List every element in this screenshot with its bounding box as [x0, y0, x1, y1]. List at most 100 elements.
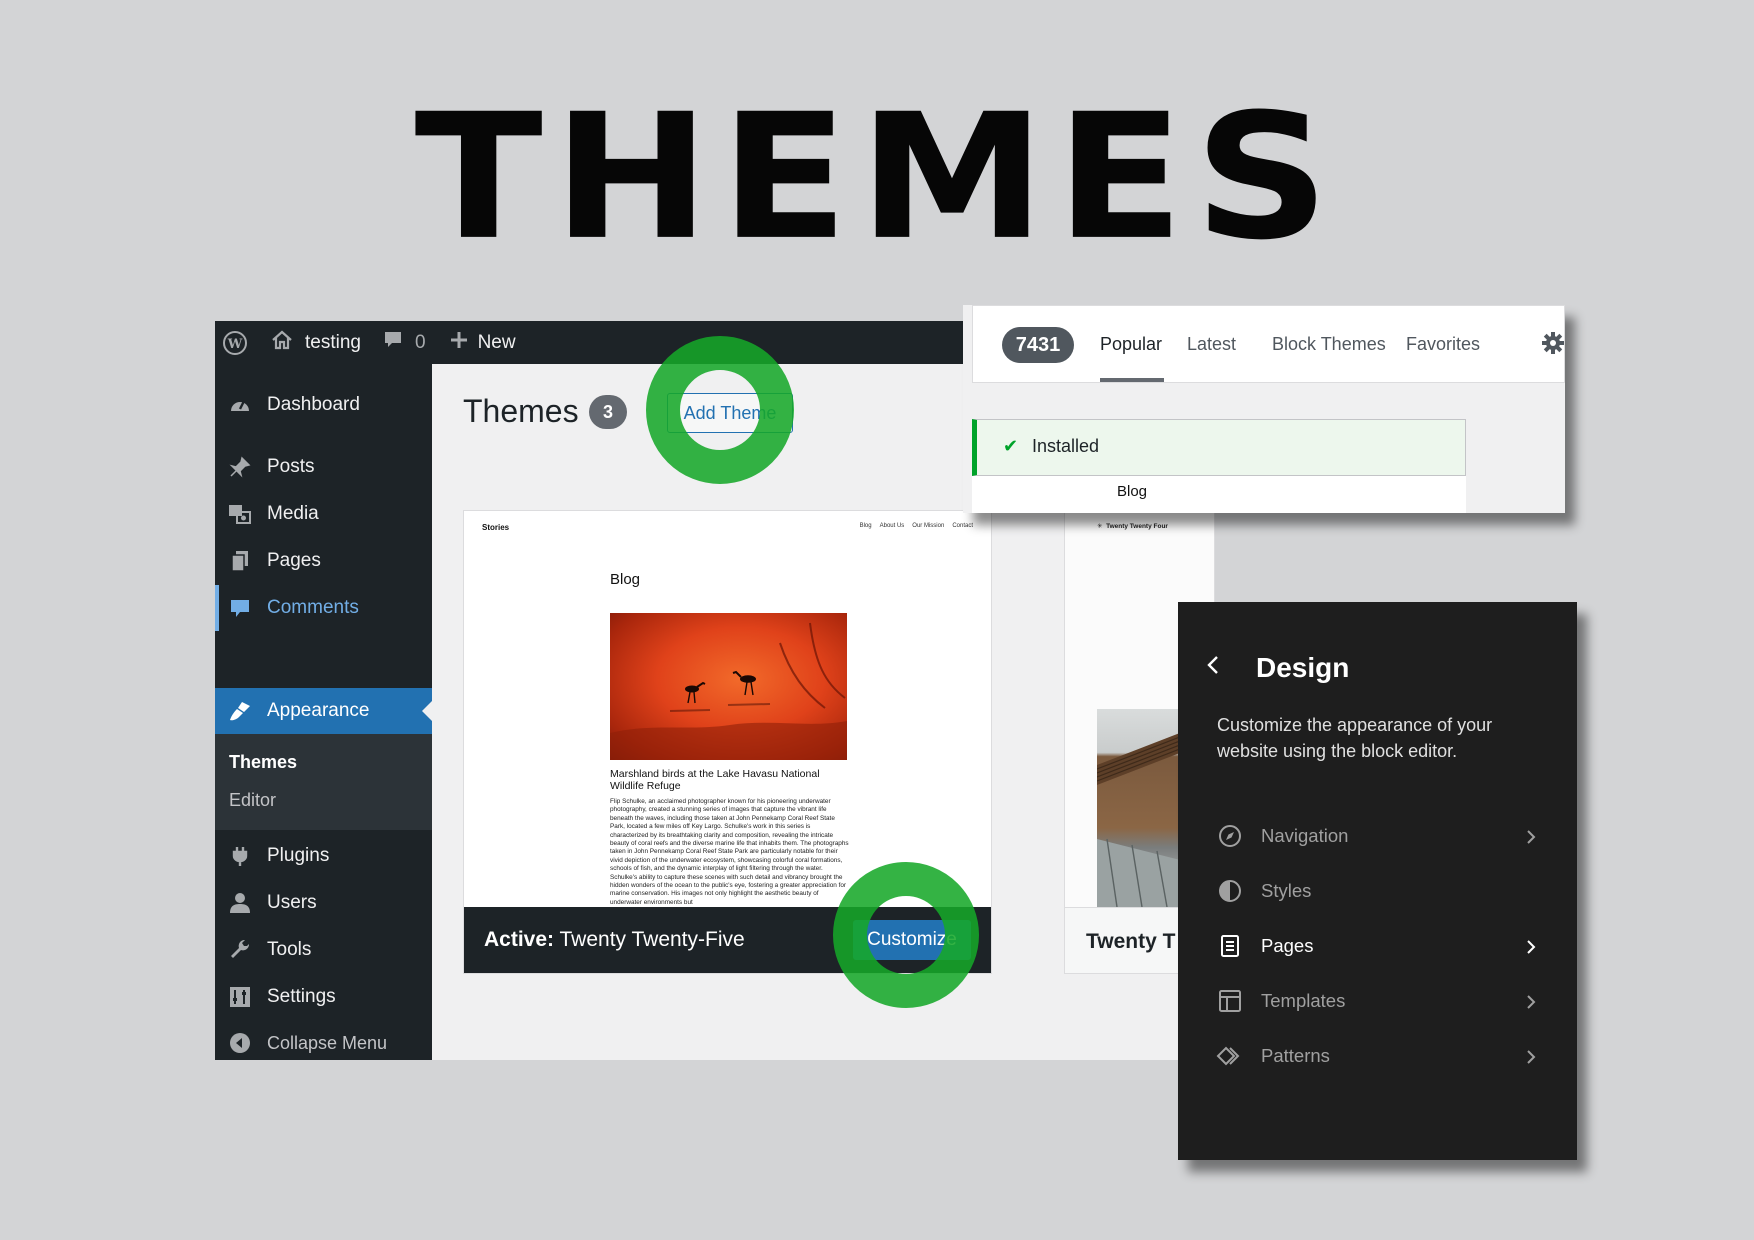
current-tab-indicator: [1100, 378, 1164, 382]
design-item-navigation[interactable]: Navigation: [1216, 816, 1546, 856]
sidebar-item-comments[interactable]: Comments: [215, 585, 432, 631]
sidebar-item-media[interactable]: Media: [215, 491, 432, 537]
wrench-icon: [225, 939, 255, 961]
admin-bar-site[interactable]: testing: [271, 321, 361, 364]
site-name: testing: [305, 331, 361, 353]
design-item-label: Styles: [1261, 880, 1312, 901]
settings-icon: [225, 986, 255, 1008]
theme-name: Twenty T: [1086, 929, 1176, 953]
dashboard-icon: [225, 395, 255, 415]
design-item-label: Patterns: [1261, 1045, 1330, 1066]
layout-icon: [1216, 989, 1244, 1013]
asterisk-icon: ✳: [1097, 523, 1103, 530]
plus-icon: [450, 331, 468, 355]
sidebar-item-label: Appearance: [267, 700, 370, 721]
checkmark-icon: ✔: [1003, 436, 1019, 456]
sidebar-item-posts[interactable]: Posts: [215, 444, 432, 490]
preview-nav-item: Contact: [952, 523, 973, 529]
admin-sidebar: Dashboard Posts Media Pages Comments App…: [215, 364, 432, 1060]
sidebar-item-label: Comments: [267, 597, 359, 618]
active-theme-name: Twenty Twenty-Five: [559, 928, 745, 951]
theme-filter-panel: 7431 Popular Latest Block Themes Favorit…: [963, 305, 1565, 513]
design-panel-title: Design: [1256, 652, 1350, 683]
sidebar-item-label: Tools: [267, 939, 312, 960]
back-chevron-icon[interactable]: [1206, 654, 1220, 681]
sidebar-item-label: Posts: [267, 456, 315, 477]
tab-popular[interactable]: Popular: [1100, 334, 1162, 355]
preview-birds-photo: [610, 613, 847, 760]
sidebar-item-label: Pages: [267, 550, 321, 571]
comment-icon: [225, 598, 255, 618]
design-item-templates[interactable]: Templates: [1216, 981, 1546, 1021]
wordpress-logo-icon[interactable]: W: [215, 321, 255, 364]
home-icon: [271, 330, 293, 356]
new-label: New: [477, 331, 516, 353]
preview-nav-item: Blog: [859, 523, 872, 529]
design-item-patterns[interactable]: Patterns: [1216, 1036, 1546, 1076]
sidebar-item-label: Dashboard: [267, 394, 360, 415]
media-icon: [225, 503, 255, 525]
page-icon: [1216, 934, 1244, 958]
sidebar-item-users[interactable]: Users: [215, 880, 432, 926]
chevron-right-icon: [1526, 828, 1536, 850]
design-panel-description: Customize the appearance of your website…: [1217, 715, 1493, 761]
sidebar-item-label: Users: [267, 892, 317, 913]
preview-strip-text: Blog: [1117, 483, 1148, 500]
submenu-item-editor[interactable]: Editor: [229, 790, 276, 811]
theme-preview-strip: Blog: [972, 476, 1466, 513]
gear-icon[interactable]: [1542, 332, 1564, 359]
sidebar-item-label: Media: [267, 503, 319, 524]
sidebar-item-dashboard[interactable]: Dashboard: [215, 382, 432, 428]
tab-latest[interactable]: Latest: [1187, 334, 1236, 355]
sidebar-item-tools[interactable]: Tools: [215, 927, 432, 973]
preview-nav-item: Our Mission: [912, 523, 945, 529]
highlight-ring-add-theme: [646, 336, 794, 484]
collapse-icon: [225, 1032, 255, 1054]
sidebar-item-appearance[interactable]: Appearance: [215, 688, 432, 734]
admin-bar-new[interactable]: New: [450, 321, 516, 364]
preview-site-title: Stories: [482, 523, 510, 532]
half-circle-icon: [1216, 879, 1244, 903]
notice-text: Installed: [1032, 436, 1100, 456]
svg-text:W: W: [227, 337, 243, 352]
preview-site-title-text: Twenty Twenty Four: [1106, 523, 1168, 530]
headline: THEMES: [414, 76, 1340, 279]
comment-bubble-icon: [383, 330, 403, 356]
sidebar-item-label: Collapse Menu: [267, 1032, 388, 1053]
user-icon: [225, 892, 255, 914]
comment-count: 0: [414, 331, 426, 353]
theme-filter-bar: 7431 Popular Latest Block Themes Favorit…: [972, 305, 1565, 383]
preview-site-title: ✳ Twenty Twenty Four: [1097, 522, 1168, 530]
page-title: Themes: [463, 393, 579, 429]
design-panel: Design Customize the appearance of your …: [1178, 602, 1577, 1160]
pin-icon: [225, 456, 255, 478]
preview-body-text: Flip Schulke, an acclaimed photographer …: [610, 798, 849, 906]
theme-total-count: 7431: [1002, 327, 1074, 363]
compass-icon: [1216, 824, 1244, 848]
sidebar-item-settings[interactable]: Settings: [215, 974, 432, 1020]
sidebar-item-plugins[interactable]: Plugins: [215, 833, 432, 879]
sidebar-item-label: Settings: [267, 986, 336, 1007]
tab-block-themes[interactable]: Block Themes: [1272, 334, 1386, 355]
preview-nav: Blog About Us Our Mission Contact: [860, 523, 973, 529]
design-item-label: Pages: [1261, 935, 1314, 956]
sidebar-item-pages[interactable]: Pages: [215, 538, 432, 584]
appearance-submenu: Themes Editor: [215, 734, 432, 830]
tab-favorites[interactable]: Favorites: [1406, 334, 1480, 355]
pages-icon: [225, 550, 255, 572]
design-item-styles[interactable]: Styles: [1216, 871, 1546, 911]
design-item-label: Templates: [1261, 990, 1346, 1011]
design-item-pages[interactable]: Pages: [1216, 926, 1546, 966]
chevron-right-icon: [1526, 938, 1536, 960]
theme-screenshot: Stories Blog About Us Our Mission Contac…: [464, 511, 991, 907]
design-item-label: Navigation: [1261, 825, 1349, 846]
preview-nav-item: About Us: [879, 523, 905, 529]
sidebar-item-label: Plugins: [267, 845, 330, 866]
installed-notice: ✔ Installed: [972, 419, 1466, 476]
admin-bar-comments[interactable]: 0: [383, 321, 426, 364]
collapse-menu-button[interactable]: Collapse Menu: [215, 1020, 432, 1060]
preview-caption: Marshland birds at the Lake Havasu Natio…: [610, 768, 820, 792]
chevron-right-icon: [1526, 1048, 1536, 1070]
plug-icon: [225, 845, 255, 867]
submenu-item-themes[interactable]: Themes: [229, 752, 297, 773]
